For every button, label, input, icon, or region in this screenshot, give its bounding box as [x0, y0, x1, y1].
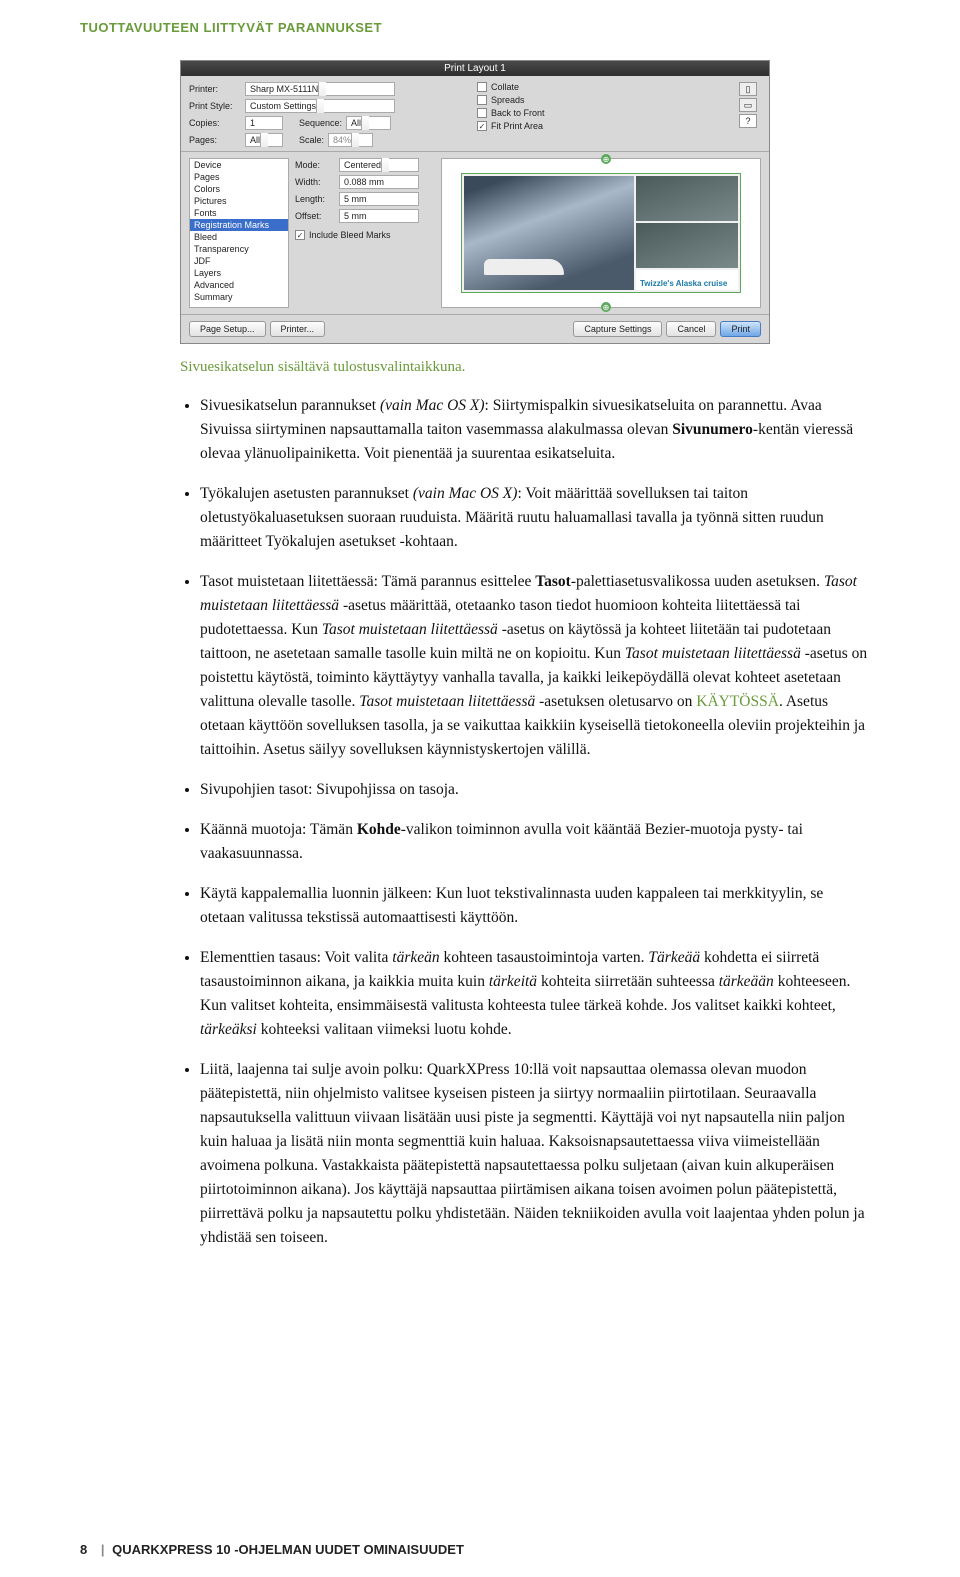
printer-select[interactable]: Sharp MX-5111N [245, 82, 395, 96]
capture-button[interactable]: Capture Settings [573, 321, 662, 337]
printstyle-select[interactable]: Custom Settings [245, 99, 395, 113]
preview-caption: Twizzle's Alaska cruise [640, 279, 727, 288]
preview-photo-main [464, 176, 634, 290]
width-label: Width: [295, 177, 335, 187]
breadcrumb: TUOTTAVUUTEEN LIITTYVÄT PARANNUKSET [80, 20, 880, 35]
fitprintarea-label: Fit Print Area [491, 121, 543, 131]
mode-label: Mode: [295, 160, 335, 170]
body-list: Sivuesikatselun parannukset (vain Mac OS… [200, 394, 880, 1250]
list-item: Käytä kappalemallia luonnin jälkeen: Kun… [200, 882, 870, 930]
dialog-title: Print Layout 1 [181, 61, 769, 76]
footer-title: QUARKXPRESS 10 -OHJELMAN UUDET OMINAISUU… [112, 1542, 464, 1557]
includebleed-checkbox[interactable]: ✓ [295, 230, 305, 240]
collate-label: Collate [491, 82, 519, 92]
print-preview: ⊕ ⊕ Twizzle's Alaska cruise [441, 158, 761, 308]
spreads-label: Spreads [491, 95, 525, 105]
offset-field[interactable]: 5 mm [339, 209, 419, 223]
list-item[interactable]: JDF [190, 255, 288, 267]
preview-photo-small [636, 176, 738, 221]
list-item: Tasot muistetaan liitettäessä: Tämä para… [200, 570, 870, 762]
print-dialog: Print Layout 1 Printer: Sharp MX-5111N P… [180, 60, 770, 344]
length-label: Length: [295, 194, 335, 204]
list-item[interactable]: Bleed [190, 231, 288, 243]
pages-label: Pages: [189, 135, 241, 145]
sequence-select[interactable]: All [346, 116, 391, 130]
help-button[interactable]: ? [739, 114, 757, 128]
list-item: Sivupohjien tasot: Sivupohjissa on tasoj… [200, 778, 870, 802]
length-field[interactable]: 5 mm [339, 192, 419, 206]
list-item[interactable]: Transparency [190, 243, 288, 255]
print-dialog-figure: Print Layout 1 Printer: Sharp MX-5111N P… [180, 60, 880, 344]
list-item: Elementtien tasaus: Voit valita tärkeän … [200, 946, 870, 1042]
pagesetup-button[interactable]: Page Setup... [189, 321, 266, 337]
width-field[interactable]: 0.088 mm [339, 175, 419, 189]
page-number: 8 [80, 1542, 87, 1557]
list-item[interactable]: Device [190, 159, 288, 171]
print-button[interactable]: Print [720, 321, 761, 337]
backtofront-checkbox[interactable] [477, 108, 487, 118]
sequence-label: Sequence: [299, 118, 342, 128]
list-item[interactable]: Summary [190, 291, 288, 303]
list-item[interactable]: Layers [190, 267, 288, 279]
printer-label: Printer: [189, 84, 241, 94]
copies-label: Copies: [189, 118, 241, 128]
list-item[interactable]: Pages [190, 171, 288, 183]
printer-button[interactable]: Printer... [270, 321, 326, 337]
orientation-landscape-icon[interactable]: ▭ [739, 98, 757, 112]
mode-select[interactable]: Centered [339, 158, 419, 172]
list-item[interactable]: Advanced [190, 279, 288, 291]
list-item: Käännä muotoja: Tämän Kohde-valikon toim… [200, 818, 870, 866]
scale-label: Scale: [299, 135, 324, 145]
list-item: Sivuesikatselun parannukset (vain Mac OS… [200, 394, 870, 466]
page-footer: 8 | QUARKXPRESS 10 -OHJELMAN UUDET OMINA… [80, 1542, 464, 1557]
figure-caption: Sivuesikatselun sisältävä tulostusvalint… [180, 359, 880, 376]
pages-select[interactable]: All [245, 133, 283, 147]
includebleed-label: Include Bleed Marks [309, 230, 391, 240]
spreads-checkbox[interactable] [477, 95, 487, 105]
printstyle-label: Print Style: [189, 101, 241, 111]
settings-list[interactable]: Device Pages Colors Pictures Fonts Regis… [189, 158, 289, 308]
list-item[interactable]: Colors [190, 183, 288, 195]
list-item: Työkalujen asetusten parannukset (vain M… [200, 482, 870, 554]
list-item[interactable]: Pictures [190, 195, 288, 207]
offset-label: Offset: [295, 211, 335, 221]
fitprintarea-checkbox[interactable]: ✓ [477, 121, 487, 131]
collate-checkbox[interactable] [477, 82, 487, 92]
copies-field[interactable]: 1 [245, 116, 283, 130]
list-item-selected[interactable]: Registration Marks [190, 219, 288, 231]
footer-separator: | [101, 1542, 105, 1557]
orientation-portrait-icon[interactable]: ▯ [739, 82, 757, 96]
scale-field[interactable]: 84% [328, 133, 373, 147]
list-item: Liitä, laajenna tai sulje avoin polku: Q… [200, 1058, 870, 1250]
list-item[interactable]: Fonts [190, 207, 288, 219]
cancel-button[interactable]: Cancel [666, 321, 716, 337]
backtofront-label: Back to Front [491, 108, 545, 118]
preview-photo-small [636, 223, 738, 268]
